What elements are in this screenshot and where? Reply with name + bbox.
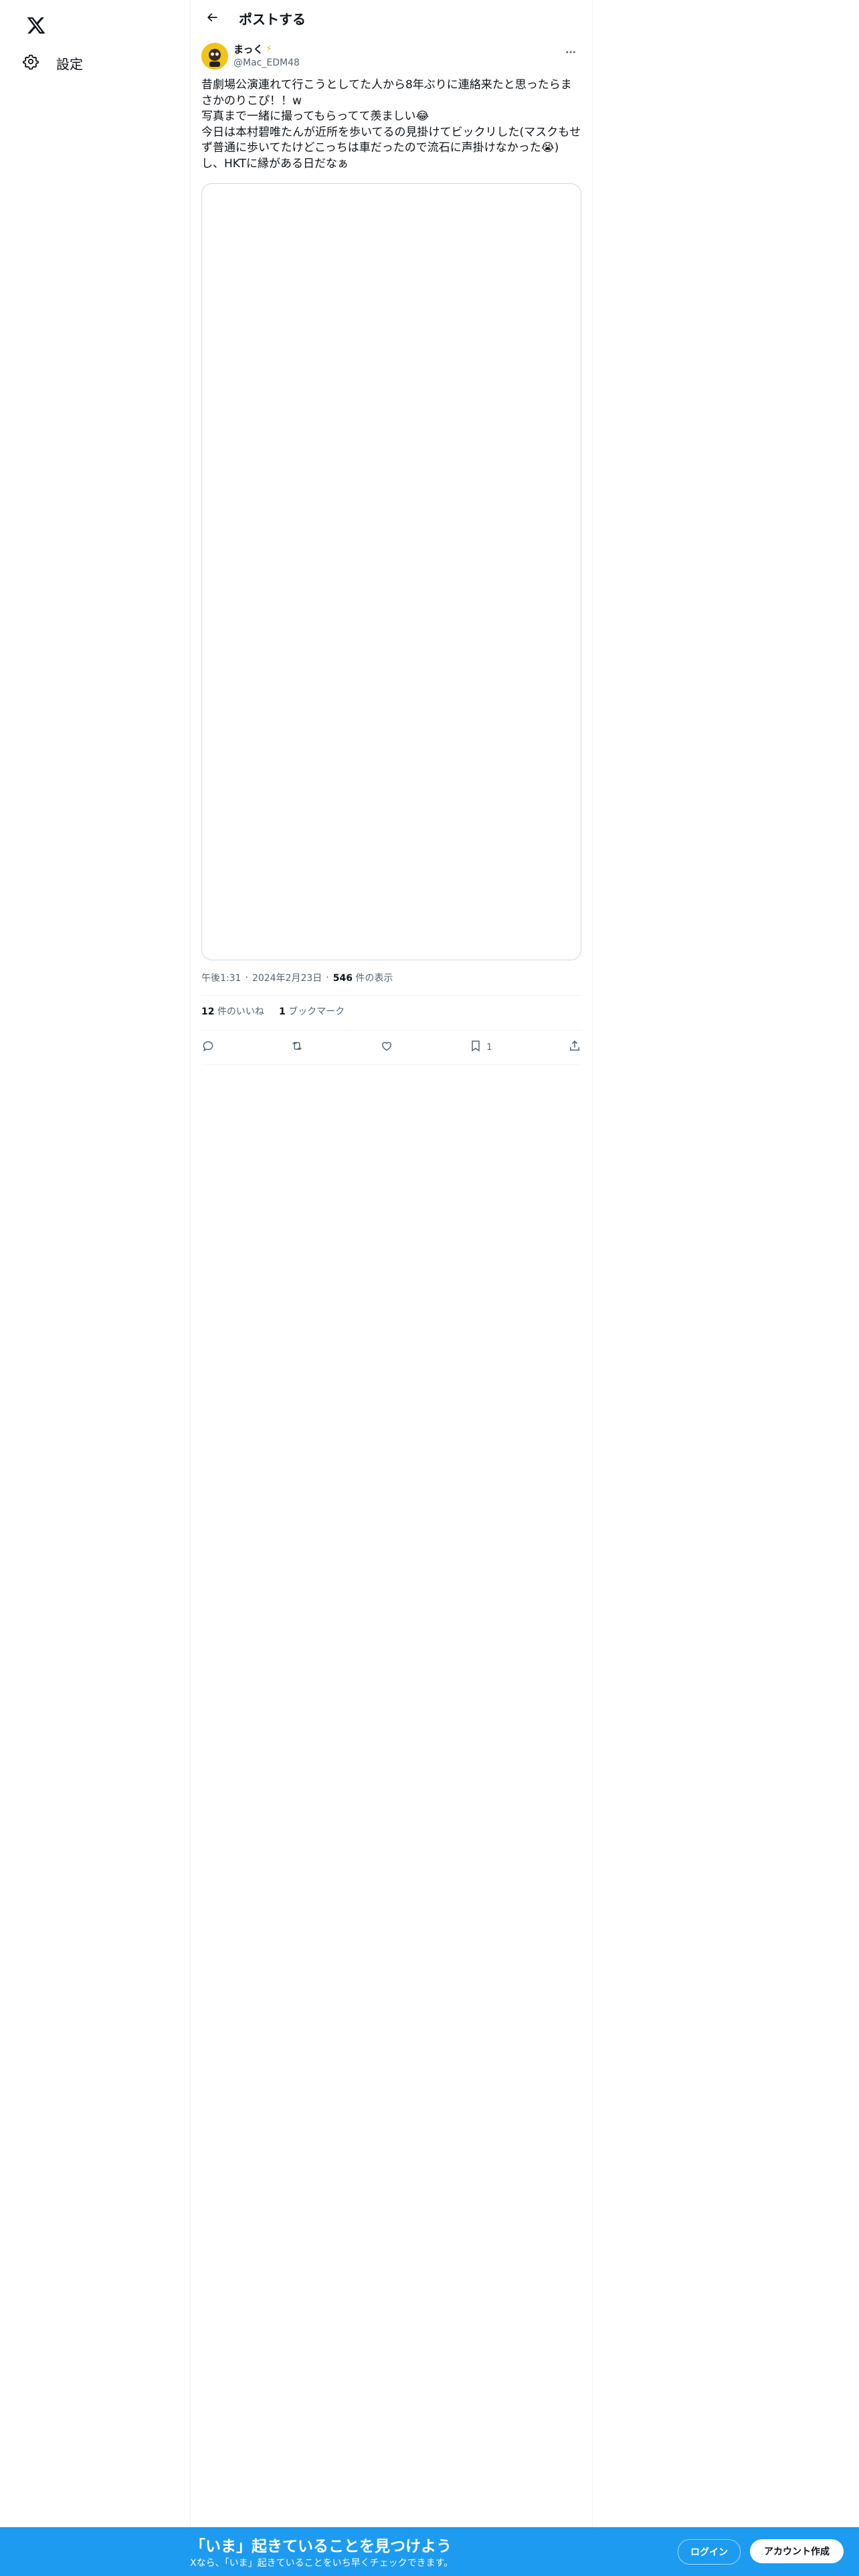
bookmarks-count: 1 xyxy=(278,1006,286,1017)
likes-count: 12 xyxy=(201,1006,215,1017)
heart-icon xyxy=(380,1039,393,1055)
bookmarks-label: ブックマーク xyxy=(288,1006,345,1017)
bookmark-button[interactable]: 1 xyxy=(469,1039,492,1055)
likes-stat[interactable]: 12 件のいいね xyxy=(201,1004,264,1018)
page-title: ポストする xyxy=(239,11,306,27)
signup-button[interactable]: アカウント作成 xyxy=(750,2539,844,2563)
tweet-timestamp: 午後1:31 · 2024年2月23日 · 546 件の表示 xyxy=(201,971,393,984)
display-name[interactable]: まっく ⚡ xyxy=(233,43,300,56)
view-count-label: 件の表示 xyxy=(355,973,393,984)
more-dots-icon xyxy=(565,46,577,61)
tweet-date[interactable]: 2024年2月23日 xyxy=(252,971,322,984)
view-count: 546 件の表示 xyxy=(333,971,393,984)
arrow-left-icon xyxy=(205,11,219,27)
separator-dot: · xyxy=(245,972,248,983)
bookmark-icon xyxy=(469,1039,482,1055)
tweet-media[interactable] xyxy=(201,183,581,960)
tweet-time[interactable]: 午後1:31 xyxy=(201,971,241,984)
divider xyxy=(201,995,581,996)
banner-title: 「いま」起きていることを見つけよう xyxy=(190,2538,452,2555)
lightning-emoji-icon: ⚡ xyxy=(266,44,272,54)
separator-dot: · xyxy=(326,972,329,983)
main-column: ポストする まっく ⚡ @Mac_EDM48 昔劇場公演連れて行こうとしてた人か… xyxy=(190,0,593,2576)
likes-label: 件のいいね xyxy=(217,1006,264,1017)
bookmarks-stat[interactable]: 1 ブックマーク xyxy=(279,1004,345,1018)
sidebar-item-settings[interactable]: 設定 xyxy=(15,43,91,83)
login-button[interactable]: ログイン xyxy=(678,2539,741,2565)
share-icon xyxy=(568,1039,581,1055)
x-logo-icon[interactable] xyxy=(17,7,55,44)
sidebar: 設定 xyxy=(0,0,190,2576)
like-button[interactable] xyxy=(380,1039,393,1055)
divider xyxy=(201,1030,581,1031)
repost-button[interactable] xyxy=(290,1039,304,1055)
tweet-author: まっく ⚡ @Mac_EDM48 xyxy=(201,43,581,72)
signup-banner: 「いま」起きていることを見つけよう Xなら、「いま」起きていることをいち早くチェ… xyxy=(0,2527,859,2576)
banner-subtitle: Xなら、「いま」起きていることをいち早くチェックできます。 xyxy=(190,2558,454,2569)
gear-icon xyxy=(23,53,39,72)
repost-icon xyxy=(290,1039,304,1055)
tweet-text: 昔劇場公演連れて行こうとしてた人から8年ぶりに連絡来たと思ったらまさかのりこぴ！… xyxy=(201,78,581,171)
back-button[interactable] xyxy=(200,7,224,31)
tweet-stats: 12 件のいいね 1 ブックマーク xyxy=(201,1004,345,1018)
reply-button[interactable] xyxy=(201,1039,215,1055)
reply-icon xyxy=(201,1039,215,1055)
more-options-button[interactable] xyxy=(560,43,581,64)
handle[interactable]: @Mac_EDM48 xyxy=(233,56,300,70)
display-name-text: まっく xyxy=(233,43,264,56)
tweet-actions: 1 xyxy=(201,1034,581,1061)
view-count-number: 546 xyxy=(332,973,353,984)
avatar[interactable] xyxy=(201,43,228,70)
bookmark-count: 1 xyxy=(486,1042,492,1053)
share-button[interactable] xyxy=(568,1039,581,1055)
sidebar-item-label: 設定 xyxy=(56,56,83,72)
header: ポストする xyxy=(191,0,592,35)
